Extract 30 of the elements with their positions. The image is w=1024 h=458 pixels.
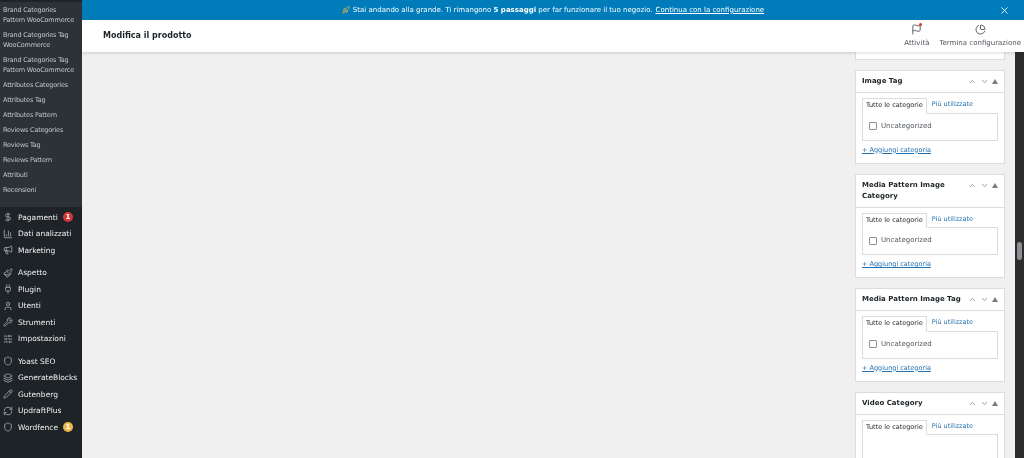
checkbox[interactable] [869,122,877,130]
triangle-icon[interactable] [992,400,998,406]
megaphone-icon [3,245,13,256]
close-icon[interactable] [999,4,1010,16]
triangle-icon[interactable] [992,182,998,188]
layers-icon [3,372,13,383]
wrench-icon [3,317,13,328]
chevron-up-icon[interactable] [968,77,977,86]
chevron-down-icon[interactable] [980,295,989,304]
rocket-icon [341,6,350,14]
dollar-icon [3,212,13,223]
triangle-icon[interactable] [992,79,998,84]
flag-icon [911,23,923,35]
scrollbar[interactable] [1015,52,1024,458]
paintbrush-icon [3,267,13,278]
plug-icon [3,284,13,295]
shield-icon [3,356,13,367]
refresh-icon [3,405,13,416]
sliders-icon [3,333,13,344]
triangle-icon[interactable] [992,297,998,302]
user-icon [3,300,13,311]
chevron-down-icon[interactable] [980,77,989,86]
shield-icon [3,422,13,433]
checkbox[interactable] [869,340,877,348]
checkbox[interactable] [869,236,877,245]
bar-chart-icon [3,228,13,239]
progress-icon [974,23,986,35]
pencil-icon [3,389,13,400]
page-title: Modifica il prodotto [103,30,192,42]
chevron-up-icon[interactable] [968,295,977,304]
